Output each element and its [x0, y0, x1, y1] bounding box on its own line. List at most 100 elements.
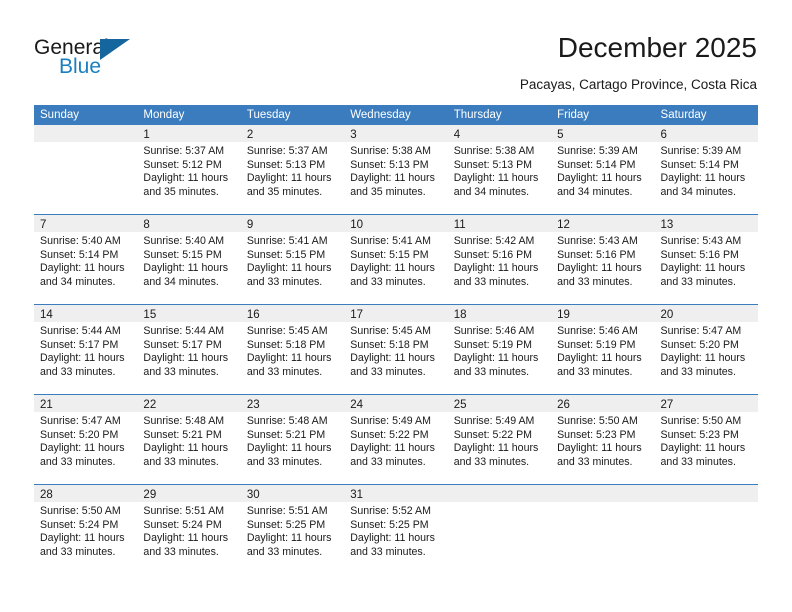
- calendar-day-cell[interactable]: 6 Sunrise: 5:39 AM Sunset: 5:14 PM Daylight…: [654, 125, 758, 214]
- calendar-day-cell[interactable]: 13 Sunrise: 5:43 AM Sunset: 5:16 PM Dayligh…: [654, 215, 758, 304]
- daylight-duration-line1: Daylight: 11 hours: [660, 172, 746, 185]
- calendar-week-row: 14 Sunrise: 5:44 AM Sunset: 5:17 PM Dayligh…: [34, 304, 758, 394]
- day-detail-text: Sunrise: 5:52 AM Sunset: 5:25 PM Daylight:…: [344, 502, 447, 559]
- calendar-day-cell[interactable]: 16 Sunrise: 5:45 AM Sunset: 5:18 PM Dayligh…: [240, 305, 345, 394]
- day-detail-text: Sunrise: 5:48 AM Sunset: 5:21 PM Daylight:…: [241, 412, 344, 469]
- sunrise-time: Sunrise: 5:37 AM: [143, 145, 225, 157]
- sunset-time: Sunset: 5:19 PM: [453, 338, 533, 351]
- day-number: 2: [246, 129, 254, 141]
- calendar-day-cell[interactable]: 19 Sunrise: 5:46 AM Sunset: 5:19 PM Dayligh…: [551, 305, 655, 394]
- day-number: 30: [246, 489, 260, 501]
- sunrise-time: Sunrise: 5:48 AM: [143, 415, 225, 427]
- sunrise-time: Sunrise: 5:50 AM: [557, 415, 638, 427]
- calendar-day-cell[interactable]: 27 Sunrise: 5:50 AM Sunset: 5:23 PM Dayligh…: [654, 395, 758, 484]
- daylight-duration-line1: Daylight: 11 hours: [453, 442, 539, 455]
- day-detail-text: Sunrise: 5:39 AM Sunset: 5:14 PM Daylight:…: [655, 142, 758, 199]
- daylight-duration-line2: and 34 minutes.: [40, 275, 116, 288]
- day-detail-text: Sunrise: 5:38 AM Sunset: 5:13 PM Daylight:…: [448, 142, 551, 199]
- day-detail-text: Sunrise: 5:42 AM Sunset: 5:16 PM Daylight:…: [448, 232, 551, 289]
- day-detail-text: Sunrise: 5:37 AM Sunset: 5:12 PM Daylight:…: [137, 142, 240, 199]
- sunset-time: Sunset: 5:13 PM: [453, 158, 533, 171]
- day-detail-text: Sunrise: 5:45 AM Sunset: 5:18 PM Daylight:…: [241, 322, 344, 379]
- sunset-time: Sunset: 5:25 PM: [350, 518, 429, 531]
- calendar-day-cell[interactable]: 26 Sunrise: 5:50 AM Sunset: 5:23 PM Dayligh…: [551, 395, 655, 484]
- daylight-duration-line2: and 35 minutes.: [350, 185, 426, 198]
- day-detail-text: Sunrise: 5:51 AM Sunset: 5:24 PM Daylight:…: [137, 502, 240, 559]
- daylight-duration-line1: Daylight: 11 hours: [143, 532, 229, 545]
- day-detail-text: Sunrise: 5:46 AM Sunset: 5:19 PM Daylight:…: [448, 322, 551, 379]
- calendar-day-cell[interactable]: 29 Sunrise: 5:51 AM Sunset: 5:24 PM Dayligh…: [137, 485, 241, 574]
- calendar-day-cell[interactable]: 14 Sunrise: 5:44 AM Sunset: 5:17 PM Dayligh…: [34, 305, 138, 394]
- general-blue-logo[interactable]: General Blue: [34, 36, 174, 84]
- daylight-duration-line2: and 34 minutes.: [453, 185, 530, 198]
- calendar-day-cell[interactable]: 30 Sunrise: 5:51 AM Sunset: 5:25 PM Dayligh…: [240, 485, 345, 574]
- calendar-weeks: 1 Sunrise: 5:37 AM Sunset: 5:12 PM Daylight…: [34, 125, 758, 574]
- day-detail-text: Sunrise: 5:50 AM Sunset: 5:23 PM Daylight:…: [551, 412, 654, 469]
- sunset-time: Sunset: 5:17 PM: [40, 338, 119, 351]
- daylight-duration-line1: Daylight: 11 hours: [143, 442, 229, 455]
- daylight-duration-line1: Daylight: 11 hours: [557, 172, 642, 185]
- calendar-day-cell[interactable]: 3 Sunrise: 5:38 AM Sunset: 5:13 PM Daylight…: [344, 125, 448, 214]
- calendar-day-cell[interactable]: 23 Sunrise: 5:48 AM Sunset: 5:21 PM Dayligh…: [240, 395, 345, 484]
- sunset-time: Sunset: 5:24 PM: [40, 518, 119, 531]
- day-detail-text: Sunrise: 5:47 AM Sunset: 5:20 PM Daylight:…: [655, 322, 758, 379]
- day-number-band: 16: [240, 305, 345, 322]
- day-detail-text: Sunrise: 5:37 AM Sunset: 5:13 PM Daylight:…: [241, 142, 344, 199]
- calendar-day-cell[interactable]: 17 Sunrise: 5:45 AM Sunset: 5:18 PM Dayligh…: [344, 305, 448, 394]
- calendar-day-empty: [34, 125, 138, 214]
- sunrise-time: Sunrise: 5:45 AM: [350, 325, 431, 337]
- calendar-day-cell[interactable]: 12 Sunrise: 5:43 AM Sunset: 5:16 PM Dayligh…: [551, 215, 655, 304]
- sunset-time: Sunset: 5:21 PM: [246, 428, 326, 441]
- sunrise-time: Sunrise: 5:46 AM: [557, 325, 638, 337]
- calendar-day-cell[interactable]: 2 Sunrise: 5:37 AM Sunset: 5:13 PM Daylight…: [240, 125, 345, 214]
- sunrise-time: Sunrise: 5:41 AM: [350, 235, 431, 247]
- day-number-band: 11: [447, 215, 552, 232]
- calendar-day-empty: [654, 485, 758, 574]
- calendar-day-cell[interactable]: 10 Sunrise: 5:41 AM Sunset: 5:15 PM Dayligh…: [344, 215, 448, 304]
- sunset-time: Sunset: 5:15 PM: [143, 248, 222, 261]
- sunset-time: Sunset: 5:16 PM: [660, 248, 739, 261]
- sunset-time: Sunset: 5:14 PM: [557, 158, 636, 171]
- calendar-day-cell[interactable]: 31 Sunrise: 5:52 AM Sunset: 5:25 PM Dayligh…: [344, 485, 448, 574]
- calendar-day-cell[interactable]: 11 Sunrise: 5:42 AM Sunset: 5:16 PM Dayligh…: [447, 215, 552, 304]
- calendar-day-cell[interactable]: 8 Sunrise: 5:40 AM Sunset: 5:15 PM Daylight…: [137, 215, 241, 304]
- daylight-duration-line1: Daylight: 11 hours: [453, 262, 539, 275]
- daylight-duration-line2: and 33 minutes.: [350, 275, 426, 288]
- daylight-duration-line1: Daylight: 11 hours: [40, 442, 125, 455]
- daylight-duration-line1: Daylight: 11 hours: [143, 352, 229, 365]
- calendar-grid: Sunday Monday Tuesday Wednesday Thursday Frid…: [34, 105, 758, 574]
- calendar-day-cell[interactable]: 22 Sunrise: 5:48 AM Sunset: 5:21 PM Dayligh…: [137, 395, 241, 484]
- calendar-day-cell[interactable]: 7 Sunrise: 5:40 AM Sunset: 5:14 PM Daylight…: [34, 215, 138, 304]
- calendar-day-cell[interactable]: 21 Sunrise: 5:47 AM Sunset: 5:20 PM Dayligh…: [34, 395, 138, 484]
- sunrise-time: Sunrise: 5:40 AM: [40, 235, 121, 247]
- calendar-day-cell[interactable]: 15 Sunrise: 5:44 AM Sunset: 5:17 PM Dayligh…: [137, 305, 241, 394]
- calendar-day-cell[interactable]: 25 Sunrise: 5:49 AM Sunset: 5:22 PM Dayligh…: [447, 395, 552, 484]
- calendar-day-cell[interactable]: 4 Sunrise: 5:38 AM Sunset: 5:13 PM Daylight…: [447, 125, 552, 214]
- calendar-page: General Blue December 2025 Pacayas, Cart…: [0, 0, 792, 612]
- day-number-band: [551, 485, 655, 502]
- day-detail-text: Sunrise: 5:39 AM Sunset: 5:14 PM Daylight:…: [551, 142, 654, 199]
- calendar-day-cell[interactable]: 1 Sunrise: 5:37 AM Sunset: 5:12 PM Daylight…: [137, 125, 241, 214]
- day-number: 31: [350, 489, 364, 501]
- calendar-day-cell[interactable]: 5 Sunrise: 5:39 AM Sunset: 5:14 PM Daylight…: [551, 125, 655, 214]
- weekday-header-monday: Monday: [143, 109, 185, 121]
- day-number: 21: [40, 399, 53, 411]
- calendar-day-cell[interactable]: 28 Sunrise: 5:50 AM Sunset: 5:24 PM Dayligh…: [34, 485, 138, 574]
- day-number-band: 14: [34, 305, 138, 322]
- day-number-band: 31: [344, 485, 448, 502]
- logo-text-blue: Blue: [59, 55, 102, 78]
- day-number: 4: [453, 129, 461, 141]
- calendar-day-cell[interactable]: 9 Sunrise: 5:41 AM Sunset: 5:15 PM Daylight…: [240, 215, 345, 304]
- calendar-day-cell[interactable]: 18 Sunrise: 5:46 AM Sunset: 5:19 PM Dayligh…: [447, 305, 552, 394]
- calendar-week-row: 7 Sunrise: 5:40 AM Sunset: 5:14 PM Daylight…: [34, 214, 758, 304]
- day-number-band: 12: [551, 215, 655, 232]
- day-detail-text: Sunrise: 5:41 AM Sunset: 5:15 PM Daylight:…: [241, 232, 344, 289]
- calendar-day-cell[interactable]: 20 Sunrise: 5:47 AM Sunset: 5:20 PM Dayligh…: [654, 305, 758, 394]
- day-number: 11: [453, 219, 466, 231]
- sunrise-time: Sunrise: 5:40 AM: [143, 235, 225, 247]
- calendar-day-cell[interactable]: 24 Sunrise: 5:49 AM Sunset: 5:22 PM Dayligh…: [344, 395, 448, 484]
- day-number-band: 15: [137, 305, 241, 322]
- sunrise-time: Sunrise: 5:50 AM: [40, 505, 121, 517]
- daylight-duration-line1: Daylight: 11 hours: [557, 352, 642, 365]
- day-number-band: [654, 485, 758, 502]
